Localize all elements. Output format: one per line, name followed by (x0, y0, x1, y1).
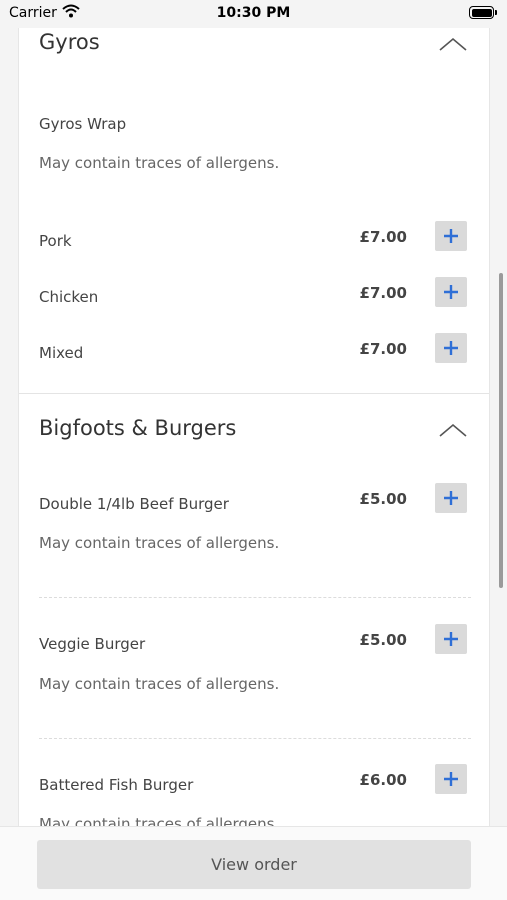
item-name-chicken: Chicken (39, 288, 99, 306)
group-title-gyros-wrap: Gyros Wrap (39, 115, 127, 133)
clock: 10:30 PM (216, 5, 291, 21)
item-price-veggie-burger: £5.00 (359, 631, 407, 649)
add-button-pork[interactable] (435, 221, 467, 251)
status-bar: Carrier 10:30 PM (0, 0, 507, 28)
plus-icon (444, 632, 458, 646)
item-price-chicken: £7.00 (359, 284, 407, 302)
chevron-up-icon[interactable] (438, 36, 468, 52)
add-button-beef-burger[interactable] (435, 483, 467, 513)
item-name-veggie-burger: Veggie Burger (39, 635, 146, 653)
add-button-chicken[interactable] (435, 277, 467, 307)
item-price-mixed: £7.00 (359, 340, 407, 358)
add-button-mixed[interactable] (435, 333, 467, 363)
item-price-pork: £7.00 (359, 228, 407, 246)
add-button-veggie-burger[interactable] (435, 624, 467, 654)
plus-icon (444, 285, 458, 299)
battery-icon (469, 6, 497, 19)
plus-icon (444, 491, 458, 505)
menu-scroll-area[interactable]: Gyros Gyros Wrap May contain traces of a… (0, 0, 507, 826)
plus-icon (444, 772, 458, 786)
item-name-fish-burger: Battered Fish Burger (39, 776, 194, 794)
item-desc-beef-burger: May contain traces of allergens. (39, 534, 280, 552)
item-name-pork: Pork (39, 232, 72, 250)
add-button-fish-burger[interactable] (435, 764, 467, 794)
vertical-scrollbar[interactable] (499, 273, 503, 588)
item-name-beef-burger: Double 1/4lb Beef Burger (39, 495, 229, 513)
view-order-button[interactable]: View order (37, 840, 471, 889)
bottom-bar: View order (0, 826, 507, 900)
chevron-up-icon[interactable] (438, 422, 468, 438)
section-title-gyros: Gyros (39, 30, 100, 54)
item-price-beef-burger: £5.00 (359, 490, 407, 508)
item-divider (39, 738, 471, 739)
item-divider (39, 597, 471, 598)
plus-icon (444, 229, 458, 243)
menu-card: Gyros Gyros Wrap May contain traces of a… (18, 0, 490, 826)
plus-icon (444, 341, 458, 355)
item-desc-veggie-burger: May contain traces of allergens. (39, 675, 280, 693)
section-divider (19, 393, 489, 394)
item-price-fish-burger: £6.00 (359, 771, 407, 789)
item-name-mixed: Mixed (39, 344, 84, 362)
item-desc-fish-burger: May contain traces of allergens. (39, 815, 280, 826)
group-description: May contain traces of allergens. (39, 154, 280, 172)
section-title-burgers: Bigfoots & Burgers (39, 416, 237, 440)
